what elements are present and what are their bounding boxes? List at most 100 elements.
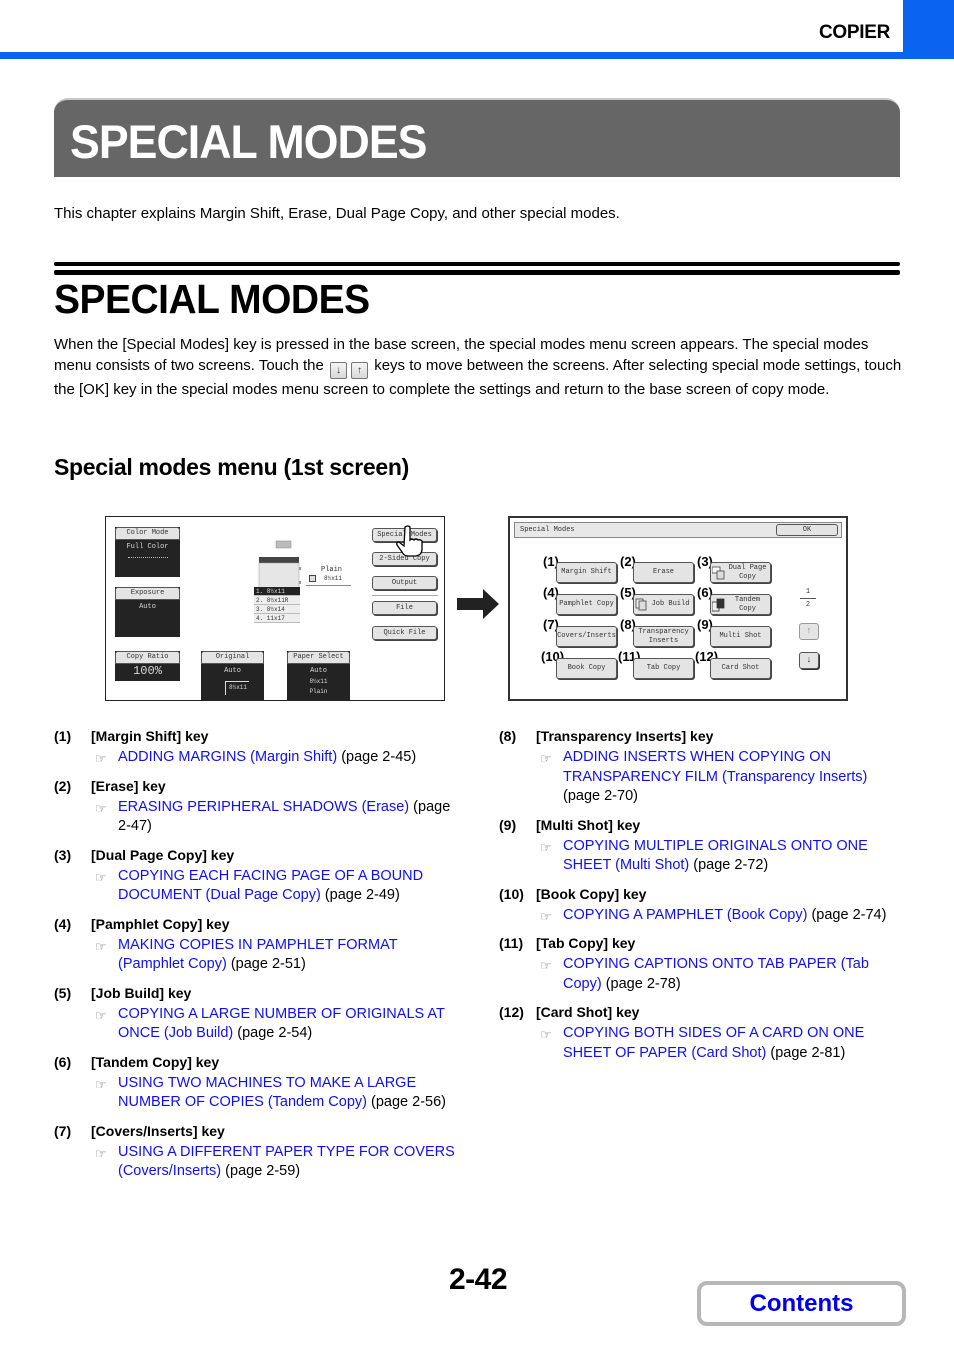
tandem-copy-icon (712, 598, 725, 612)
reference-heading: (10) [Book Copy] key (499, 886, 909, 903)
pamphlet-copy-key[interactable]: Pamphlet Copy (556, 594, 617, 615)
original-size: 8½x11 (225, 681, 249, 695)
reference-number: (12) (499, 1004, 524, 1020)
reference-link[interactable]: ERASING PERIPHERAL SHADOWS (Erase) (118, 799, 409, 815)
header-accent-bar (0, 52, 954, 59)
tab-copy-key[interactable]: Tab Copy (633, 658, 694, 679)
original-panel: Original Auto 8½x11 (201, 651, 264, 701)
covers-inserts-key[interactable]: Covers/Inserts (556, 626, 617, 647)
chapter-title: SPECIAL MODES (70, 115, 427, 168)
reference-link-line: ☞ USING TWO MACHINES TO MAKE A LARGE NUMB… (54, 1074, 464, 1113)
exposure-button[interactable]: Exposure (115, 587, 180, 600)
pointing-hand-icon: ☞ (95, 938, 107, 954)
reference-link[interactable]: ADDING MARGINS (Margin Shift) (118, 749, 337, 765)
reference-page: (page 2-54) (237, 1025, 313, 1041)
page-current: 1 (805, 588, 811, 596)
pointing-hand-icon: ☞ (540, 958, 552, 973)
reference-number: (3) (54, 846, 72, 863)
job-build-icon (635, 598, 647, 611)
reference-link-wrap: COPYING A LARGE NUMBER OF ORIGINALS AT O… (98, 1005, 464, 1044)
section-rule (54, 270, 900, 275)
reference-link-wrap: COPYING MULTIPLE ORIGINALS ONTO ONE SHEE… (543, 837, 899, 876)
output-tray-line (306, 585, 351, 586)
reference-title: [Erase] key (91, 777, 166, 794)
reference-item: (12) [Card Shot] key ☞ COPYING BOTH SIDES O… (499, 1004, 909, 1063)
reference-link-line: ☞ COPYING MULTIPLE ORIGINALS ONTO ONE SHE… (499, 837, 899, 876)
reference-title: [Dual Page Copy] key (91, 846, 235, 863)
reference-item: (8) [Transparency Inserts] key ☞ ADDING INS… (499, 728, 909, 807)
pointing-hand-icon: ☞ (95, 869, 107, 885)
reference-title: [Tab Copy] key (536, 935, 636, 951)
reference-heading: (2) [Erase] key (54, 778, 464, 795)
reference-link[interactable]: COPYING A PAMPHLET (Book Copy) (563, 907, 807, 923)
reference-page: (page 2-45) (341, 749, 417, 765)
tray-3[interactable]: 3. 8½x14 (254, 605, 300, 614)
up-arrow-key-icon: ↑ (351, 362, 369, 379)
reference-item: (1) [Margin Shift] key ☞ ADDING MARGINS (Ma… (54, 728, 464, 768)
paper-select-button[interactable]: Paper Select (287, 651, 350, 664)
transparency-inserts-key[interactable]: Transparency Inserts (633, 626, 694, 647)
reference-heading: (8) [Transparency Inserts] key (499, 728, 909, 745)
card-shot-key[interactable]: Card Shot (710, 658, 771, 679)
section-title: SPECIAL MODES (54, 276, 370, 322)
ok-button[interactable]: OK (776, 524, 838, 536)
quick-file-button[interactable]: Quick File (372, 626, 437, 640)
reference-link-line: ☞ USING A DIFFERENT PAPER TYPE FOR COVERS… (54, 1143, 464, 1182)
copy-ratio-button[interactable]: Copy Ratio (115, 651, 180, 664)
reference-number: (2) (54, 777, 72, 794)
contents-button[interactable]: Contents (697, 1281, 906, 1326)
pointing-hand-icon: ☞ (540, 908, 552, 924)
reference-number: (9) (499, 816, 517, 833)
paper-select-panel: Paper Select Auto 8½x11 Plain (287, 651, 350, 701)
header-accent-tab (903, 0, 954, 59)
page-down-button[interactable]: ↓ (799, 652, 819, 669)
reference-link-wrap: MAKING COPIES IN PAMPHLET FORMAT (Pamphl… (98, 936, 464, 975)
copy-ratio-panel: Copy Ratio 100% (115, 651, 180, 681)
tray-1[interactable]: 1. 8½x11 (254, 587, 300, 596)
pointing-hand-icon: ☞ (95, 751, 107, 766)
page-number: 2-42 (449, 1263, 508, 1296)
original-value: Auto (224, 667, 241, 675)
reference-item: (4) [Pamphlet Copy] key ☞ MAKING COPIES IN … (54, 916, 464, 975)
reference-link-wrap: USING A DIFFERENT PAPER TYPE FOR COVERS … (98, 1143, 464, 1182)
tray-4[interactable]: 4. 11x17 (254, 614, 300, 623)
reference-number: (8) (499, 728, 517, 744)
reference-link-wrap: COPYING CAPTIONS ONTO TAB PAPER (Tab Cop… (543, 955, 899, 994)
file-button[interactable]: File (372, 601, 437, 615)
reference-heading: (12) [Card Shot] key (499, 1004, 909, 1021)
color-mode-value: Full Color (126, 543, 169, 551)
reference-page: (page 2-59) (225, 1163, 301, 1179)
pointing-hand-icon: ☞ (540, 751, 552, 766)
reference-page: (page 2-51) (230, 956, 306, 972)
reference-link-line: ☞ COPYING EACH FACING PAGE OF A BOUND DOC… (54, 867, 464, 906)
arrow-right-icon (457, 589, 499, 619)
reference-link-line: ☞ COPYING A PAMPHLET (Book Copy) (page 2-… (499, 906, 899, 926)
reference-heading: (11) [Tab Copy] key (499, 935, 909, 952)
reference-title: [Card Shot] key (536, 1004, 640, 1020)
reference-item: (10) [Book Copy] key ☞ COPYING A PAMPHLET (… (499, 886, 909, 926)
pointing-hand-icon: ☞ (95, 1076, 107, 1092)
output-button[interactable]: Output (372, 576, 437, 590)
erase-key[interactable]: Erase (633, 562, 694, 583)
reference-title: [Tandem Copy] key (91, 1053, 220, 1070)
section-label: COPIER (818, 22, 890, 43)
reference-title: [Transparency Inserts] key (536, 728, 714, 744)
reference-list-left: (1) [Margin Shift] key ☞ ADDING MARGINS (Ma… (54, 728, 464, 1192)
reference-item: (11) [Tab Copy] key ☞ COPYING CAPTIONS ONTO… (499, 935, 909, 994)
page-up-button[interactable]: ↑ (799, 623, 819, 640)
reference-link[interactable]: ADDING INSERTS WHEN COPYING ON TRANSPARE… (563, 749, 867, 785)
book-copy-key[interactable]: Book Copy (556, 658, 617, 679)
reference-heading: (3) [Dual Page Copy] key (54, 847, 464, 864)
reference-link-line: ☞ ADDING INSERTS WHEN COPYING ON TRANSPAR… (499, 748, 899, 807)
reference-page: (page 2-49) (324, 887, 400, 903)
reference-number: (1) (54, 728, 72, 744)
multi-shot-key[interactable]: Multi Shot (710, 626, 771, 647)
base-screen-illustration: Color Mode Full Color Exposure Auto Copy… (105, 516, 445, 701)
reference-link-line: ☞ ERASING PERIPHERAL SHADOWS (Erase) (pag… (54, 798, 464, 837)
reference-title: [Covers/Inserts] key (91, 1122, 225, 1139)
chapter-intro: This chapter explains Margin Shift, Eras… (54, 205, 620, 222)
tray-2[interactable]: 2. 8½x11R (254, 596, 300, 605)
color-mode-button[interactable]: Color Mode (115, 527, 180, 540)
margin-shift-key[interactable]: Margin Shift (556, 562, 617, 583)
original-button[interactable]: Original (201, 651, 264, 664)
